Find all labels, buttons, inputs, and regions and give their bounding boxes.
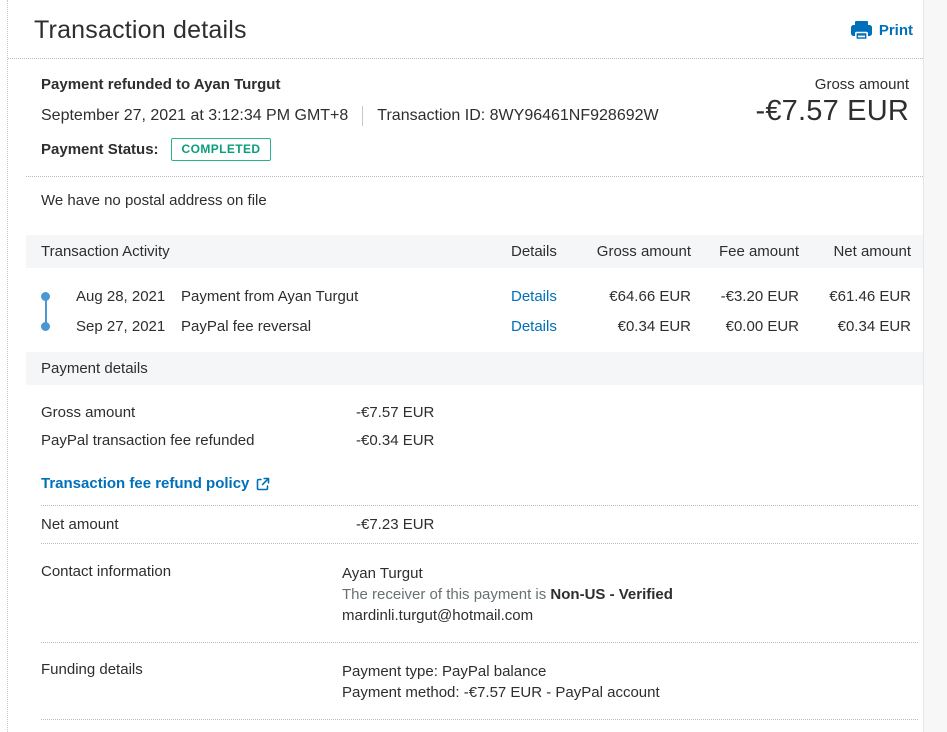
transaction-id-label: Transaction ID: <box>377 107 486 124</box>
column-header-net: Net amount <box>833 243 911 260</box>
row-fee-amount: €0.00 EUR <box>725 317 799 335</box>
page-gutter <box>923 0 947 732</box>
gross-amount-label: Gross amount <box>814 76 909 93</box>
pd-gross-label: Gross amount <box>41 404 136 421</box>
funding-payment-method: Payment method: -€7.57 EUR - PayPal acco… <box>342 684 660 701</box>
row-fee-amount: -€3.20 EUR <box>720 287 799 305</box>
row-date: Sep 27, 2021 <box>76 317 166 335</box>
print-label: Print <box>878 22 913 39</box>
pd-gross-value: -€7.57 EUR <box>356 404 435 421</box>
contact-funding-divider <box>41 642 918 643</box>
transaction-datetime: September 27, 2021 at 3:12:34 PM GMT+8 <box>41 107 349 124</box>
row-date: Aug 28, 2021 <box>76 287 166 305</box>
row-net-amount: €61.46 EUR <box>829 287 911 305</box>
row-description: PayPal fee reversal <box>181 317 312 335</box>
net-amount-value: -€7.23 EUR <box>356 516 435 533</box>
contact-name: Ayan Turgut <box>342 565 423 582</box>
contact-information-label: Contact information <box>41 563 172 580</box>
net-amount-divider-bottom <box>41 543 918 544</box>
payment-status-label: Payment Status: <box>41 141 159 158</box>
payment-details-rows: Gross amount -€7.57 EUR PayPal transacti… <box>41 402 911 451</box>
vertical-separator <box>362 106 364 126</box>
timeline-dot <box>41 291 50 301</box>
funding-details-section: Funding details Payment type: PayPal bal… <box>41 661 911 703</box>
details-link[interactable]: Details <box>511 288 557 305</box>
pd-fee-value: -€0.34 EUR <box>356 432 435 449</box>
postal-address-note: We have no postal address on file <box>41 192 267 209</box>
table-row: Sep 27, 2021 PayPal fee reversal Details… <box>41 311 911 341</box>
printer-icon <box>850 21 872 40</box>
contact-email: mardinli.turgut@hotmail.com <box>342 607 534 624</box>
column-header-gross: Gross amount <box>596 243 691 260</box>
transaction-activity-header: Transaction Activity Details Gross amoun… <box>26 235 923 268</box>
contact-information-section: Contact information Ayan Turgut The rece… <box>41 563 911 626</box>
gross-amount-value: -€7.57 EUR <box>755 95 909 127</box>
page-header: Transaction details Print <box>8 0 923 58</box>
fee-refund-policy-link[interactable]: Transaction fee refund policy <box>41 475 270 492</box>
column-header-fee: Fee amount <box>718 243 799 260</box>
bottom-divider <box>41 719 918 720</box>
transaction-activity-title: Transaction Activity <box>41 243 170 260</box>
net-amount-divider-top <box>41 505 918 506</box>
policy-link-label: Transaction fee refund policy <box>41 475 250 492</box>
funding-details-label: Funding details <box>41 661 143 678</box>
net-amount-label: Net amount <box>41 516 119 533</box>
funding-payment-type: Payment type: PayPal balance <box>342 663 547 680</box>
transaction-details-card: Transaction details Print Payment refund… <box>7 0 923 732</box>
row-description: Payment from Ayan Turgut <box>181 287 359 305</box>
pd-fee-label: PayPal transaction fee refunded <box>41 432 255 449</box>
print-button[interactable]: Print <box>850 21 913 40</box>
status-badge: COMPLETED <box>170 138 272 161</box>
timeline-dot <box>41 321 50 331</box>
row-gross-amount: €64.66 EUR <box>609 287 691 305</box>
column-header-details: Details <box>511 243 557 260</box>
table-row: Aug 28, 2021 Payment from Ayan Turgut De… <box>41 281 911 311</box>
payment-details-header: Payment details <box>26 352 923 385</box>
details-link[interactable]: Details <box>511 318 557 335</box>
row-net-amount: €0.34 EUR <box>837 317 911 335</box>
transaction-activity-table: Aug 28, 2021 Payment from Ayan Turgut De… <box>41 281 911 341</box>
payment-refunded-line: Payment refunded to Ayan Turgut <box>41 76 281 93</box>
receiver-status: Non-US - Verified <box>550 586 673 603</box>
payment-details-title: Payment details <box>41 360 148 377</box>
row-gross-amount: €0.34 EUR <box>617 317 691 335</box>
external-link-icon <box>256 477 270 491</box>
page-title: Transaction details <box>34 16 247 44</box>
summary-section: Payment refunded to Ayan Turgut Septembe… <box>8 59 923 161</box>
net-amount-row: Net amount -€7.23 EUR <box>41 516 911 533</box>
contact-receiver-line: The receiver of this payment is Non-US -… <box>342 584 911 605</box>
transaction-id-value: 8WY96461NF928692W <box>489 107 659 124</box>
receiver-prefix: The receiver of this payment is <box>342 586 551 603</box>
